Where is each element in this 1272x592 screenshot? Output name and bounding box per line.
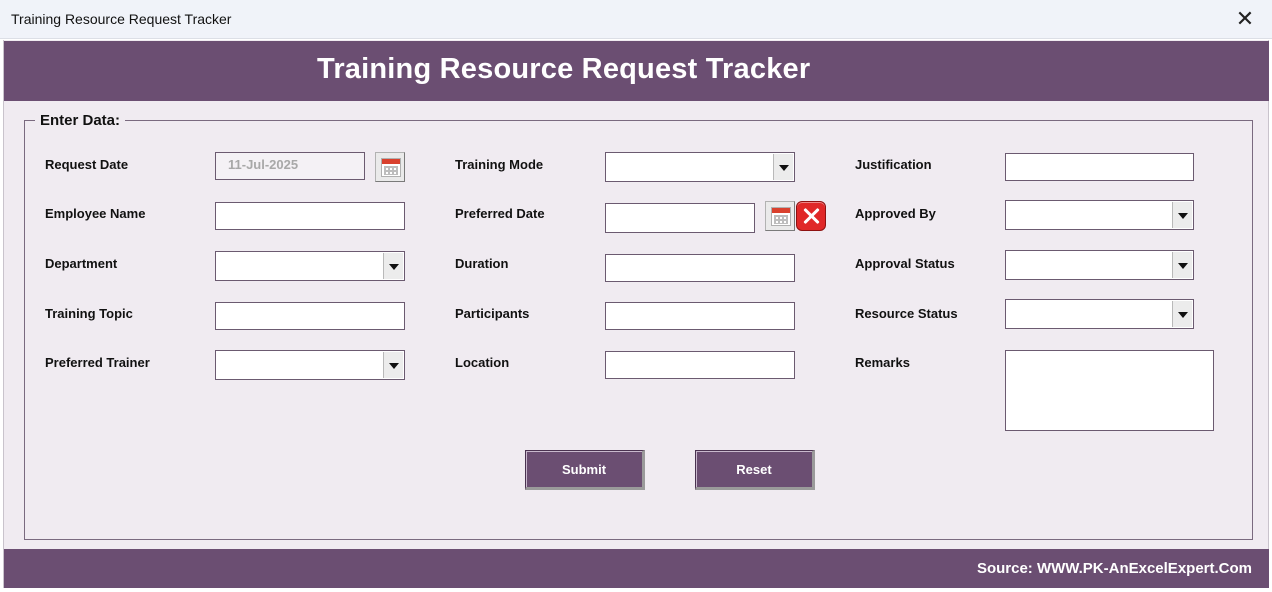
window-titlebar: Training Resource Request Tracker ✕	[0, 0, 1272, 39]
remarks-textarea[interactable]	[1005, 350, 1214, 431]
calendar-icon	[771, 207, 791, 226]
calendar-icon	[381, 158, 401, 177]
request-date-label: Request Date	[45, 157, 129, 172]
location-label: Location	[455, 355, 510, 370]
justification-label: Justification	[855, 157, 932, 172]
justification-field[interactable]	[1005, 153, 1194, 181]
window-title: Training Resource Request Tracker	[11, 11, 232, 27]
preferred-date-label: Preferred Date	[455, 206, 545, 221]
approval-status-dropdown[interactable]	[1005, 250, 1194, 280]
resource-status-label: Resource Status	[855, 306, 958, 321]
footer-band: Source: WWW.PK-AnExcelExpert.Com	[4, 549, 1269, 588]
employee-name-field[interactable]	[215, 202, 405, 230]
chevron-down-icon[interactable]	[383, 253, 403, 279]
chevron-down-icon[interactable]	[773, 154, 793, 180]
source-credit: Source: WWW.PK-AnExcelExpert.Com	[976, 560, 1252, 577]
clear-date-button[interactable]	[796, 201, 826, 231]
remarks-label: Remarks	[855, 355, 910, 370]
participants-field[interactable]	[605, 302, 795, 330]
department-label: Department	[45, 256, 118, 271]
training-mode-label: Training Mode	[455, 157, 544, 172]
department-dropdown[interactable]	[215, 251, 405, 281]
chevron-down-icon[interactable]	[1172, 301, 1192, 327]
approved-by-dropdown[interactable]	[1005, 200, 1194, 230]
frame-legend: Enter Data:	[35, 112, 126, 129]
header-band: Training Resource Request Tracker	[4, 41, 1269, 101]
chevron-down-icon[interactable]	[383, 352, 403, 378]
participants-label: Participants	[455, 306, 530, 321]
location-field[interactable]	[605, 351, 795, 379]
approval-status-label: Approval Status	[855, 256, 955, 271]
employee-name-label: Employee Name	[45, 206, 146, 221]
approved-by-label: Approved By	[855, 206, 936, 221]
reset-button[interactable]: Reset	[695, 450, 815, 490]
preferred-trainer-dropdown[interactable]	[215, 350, 405, 380]
close-icon[interactable]: ✕	[1232, 6, 1258, 32]
training-topic-label: Training Topic	[45, 306, 133, 321]
resource-status-dropdown[interactable]	[1005, 299, 1194, 329]
preferred-date-field[interactable]	[605, 203, 755, 233]
chevron-down-icon[interactable]	[1172, 252, 1192, 278]
request-date-field[interactable]: 11-Jul-2025	[215, 152, 365, 180]
request-date-calendar-button[interactable]	[375, 152, 405, 182]
duration-label: Duration	[455, 256, 509, 271]
chevron-down-icon[interactable]	[1172, 202, 1192, 228]
training-mode-dropdown[interactable]	[605, 152, 795, 182]
submit-button[interactable]: Submit	[525, 450, 645, 490]
preferred-trainer-label: Preferred Trainer	[45, 355, 150, 370]
training-topic-field[interactable]	[215, 302, 405, 330]
page-title: Training Resource Request Tracker	[317, 53, 811, 85]
duration-field[interactable]	[605, 254, 795, 282]
preferred-date-calendar-button[interactable]	[765, 201, 795, 231]
